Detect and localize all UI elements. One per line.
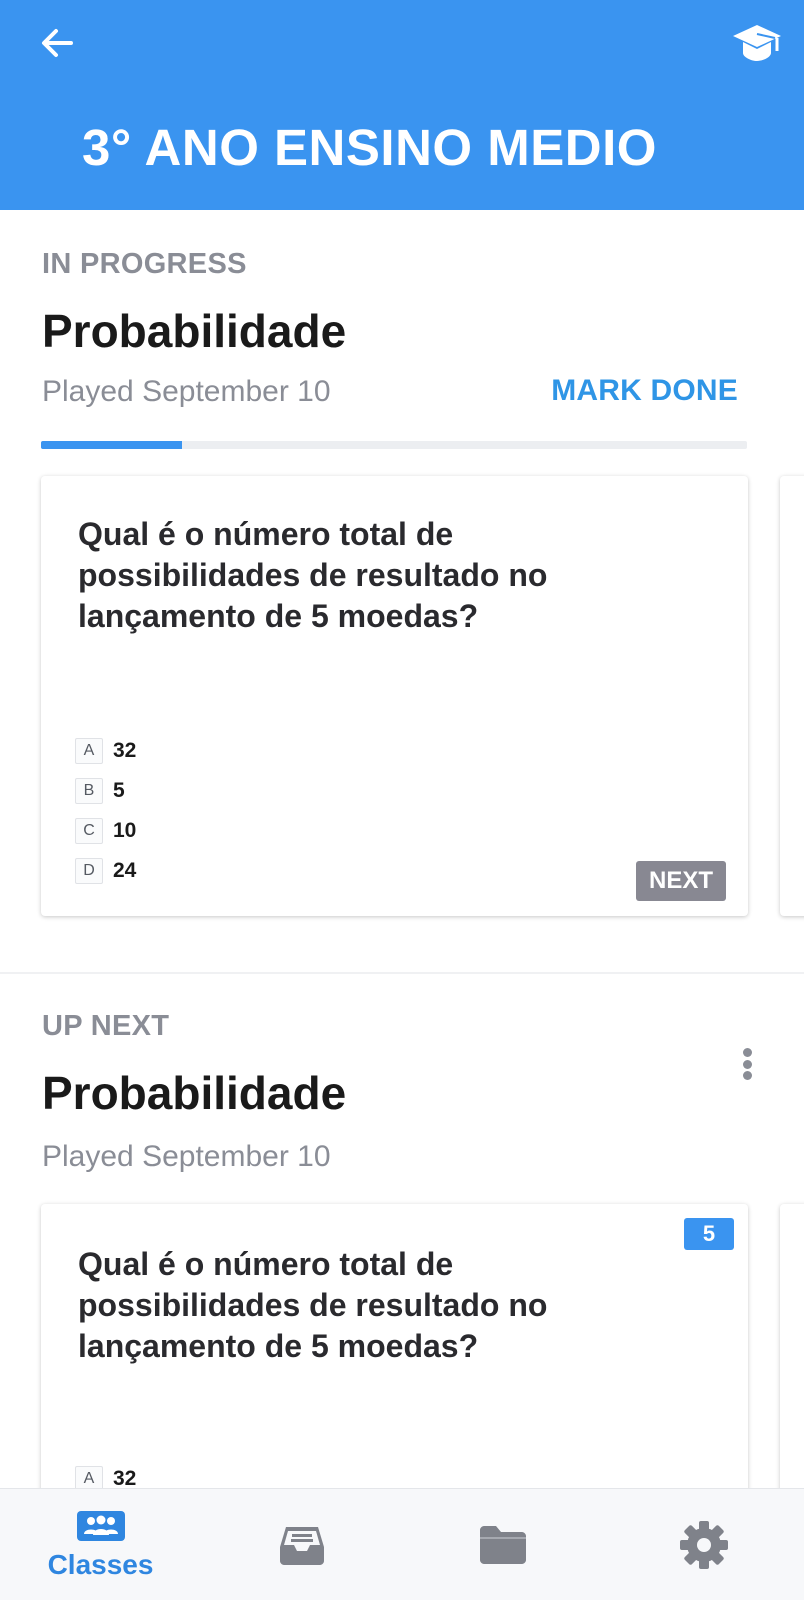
more-dot-icon: [742, 1059, 752, 1069]
option-letter: D: [75, 858, 103, 884]
class-header: 3° ANO ENSINO MEDIO: [0, 0, 804, 210]
quiz-progress-fill: [41, 441, 183, 449]
up-next-label: UP NEXT: [42, 1010, 170, 1042]
answer-option-c: C 10: [75, 818, 136, 844]
up-next-played-date: Played September 10: [42, 1140, 331, 1173]
inbox-icon: [276, 1523, 328, 1567]
more-dot-icon: [742, 1071, 752, 1080]
bottom-navigation: Classes: [0, 1488, 804, 1600]
nav-settings[interactable]: [603, 1489, 804, 1600]
mark-done-button[interactable]: MARK DONE: [551, 374, 738, 408]
app-root: 3° ANO ENSINO MEDIO IN PROGRESS Probabil…: [0, 0, 804, 1600]
graduation-cap-icon: [733, 25, 781, 61]
option-text: 10: [113, 819, 137, 842]
question-card[interactable]: Qual é o número total de possibilidades …: [41, 476, 748, 916]
gear-icon: [679, 1520, 729, 1570]
option-text: 5: [113, 779, 125, 802]
class-title: 3° ANO ENSINO MEDIO: [82, 119, 657, 176]
back-button[interactable]: [34, 20, 80, 66]
option-letter: C: [75, 818, 103, 844]
up-next-quiz-title: Probabilidade: [42, 1067, 347, 1119]
in-progress-played-date: Played September 10: [42, 375, 331, 408]
in-progress-quiz-title: Probabilidade: [42, 305, 347, 357]
question-count-badge: 5: [684, 1218, 734, 1250]
next-card-peek[interactable]: [780, 476, 804, 916]
nav-inbox[interactable]: [201, 1489, 402, 1600]
in-progress-label: IN PROGRESS: [42, 248, 247, 280]
back-arrow-icon: [42, 29, 73, 57]
answer-option-b: B 5: [75, 778, 125, 804]
nav-folder[interactable]: [402, 1489, 603, 1600]
more-dot-icon: [742, 1048, 752, 1057]
graduation-cap-button[interactable]: [728, 18, 786, 68]
question-text: Qual é o número total de possibilidades …: [78, 516, 548, 634]
answer-option-a: A 32: [75, 738, 136, 764]
question-text: Qual é o número total de possibilidades …: [78, 1246, 548, 1364]
more-options-button[interactable]: [732, 1042, 762, 1086]
next-button[interactable]: NEXT: [636, 861, 726, 901]
option-text: 32: [113, 739, 137, 762]
answer-option-d: D 24: [75, 858, 136, 884]
classes-icon: [75, 1509, 127, 1543]
section-divider: [0, 972, 804, 974]
option-letter: B: [75, 778, 103, 804]
nav-classes[interactable]: Classes: [0, 1489, 201, 1600]
quiz-progress-bar: [41, 441, 747, 449]
nav-classes-label: Classes: [47, 1548, 154, 1580]
folder-icon: [477, 1524, 529, 1566]
option-letter: A: [75, 738, 103, 764]
option-text: 24: [113, 859, 137, 882]
